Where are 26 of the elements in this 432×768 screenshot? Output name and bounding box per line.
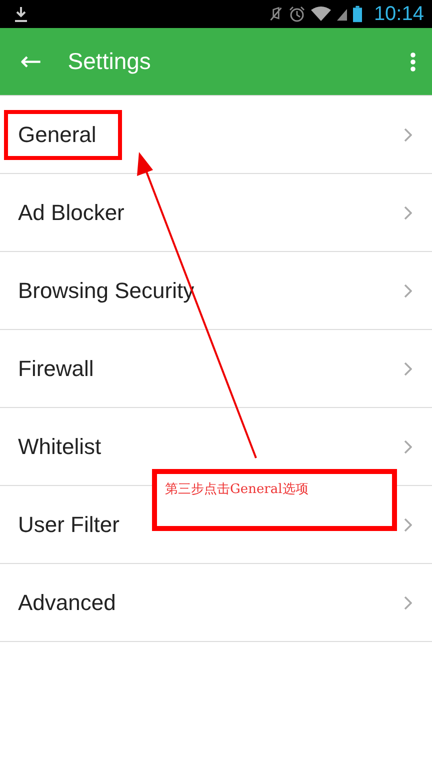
muted-icon (268, 6, 283, 22)
screen-title: Settings (68, 48, 151, 75)
chevron-right-icon (404, 518, 412, 532)
chevron-right-icon (404, 596, 412, 610)
chevron-right-icon (404, 128, 412, 142)
settings-item[interactable]: Ad Blocker (0, 174, 432, 252)
download-icon (14, 6, 28, 22)
clock-time: 10:14 (374, 2, 424, 26)
settings-item-label: Ad Blocker (17, 198, 126, 226)
annotation-tooltip: 第三步点击General选项 (152, 469, 397, 531)
settings-item[interactable]: Advanced (0, 564, 432, 642)
settings-item-label: General (4, 110, 122, 160)
chevron-right-icon (404, 284, 412, 298)
more-options-icon[interactable] (410, 52, 416, 72)
settings-item-label: User Filter (17, 510, 120, 538)
chevron-right-icon (404, 440, 412, 454)
settings-item-label: Advanced (17, 588, 117, 616)
alarm-icon (288, 6, 305, 22)
battery-icon (352, 5, 362, 23)
wifi-icon (310, 6, 331, 22)
chevron-right-icon (404, 206, 412, 220)
settings-item[interactable]: Firewall (0, 330, 432, 408)
settings-item-label: Whitelist (17, 432, 102, 460)
settings-item[interactable]: General (0, 96, 432, 174)
chevron-right-icon (404, 362, 412, 376)
settings-item-label: Firewall (17, 354, 95, 382)
